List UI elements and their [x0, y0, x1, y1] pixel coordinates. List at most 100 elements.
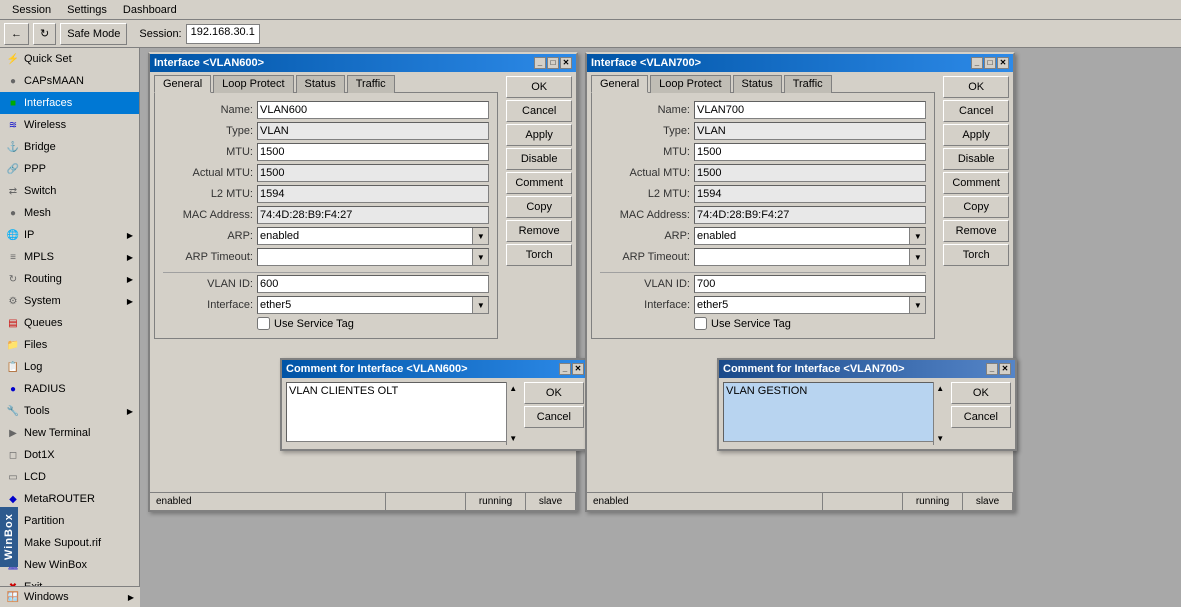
vlan600-mtu-input[interactable] — [257, 143, 489, 161]
vlan700-arp-select[interactable]: enabled ▼ — [694, 227, 926, 245]
vlan700-maximize-btn[interactable]: □ — [984, 57, 996, 69]
sidebar-item-tools[interactable]: 🔧 Tools ▶ — [0, 400, 139, 422]
comment-vlan700-scroll-down[interactable]: ▼ — [936, 434, 944, 443]
comment-vlan600-cancel-btn[interactable]: Cancel — [524, 406, 584, 428]
sidebar-item-partition[interactable]: ▪ Partition — [0, 510, 139, 532]
sidebar-item-switch[interactable]: ⇄ Switch — [0, 180, 139, 202]
vlan600-interface-arrow[interactable]: ▼ — [472, 297, 488, 313]
vlan700-interface-select[interactable]: ether5 ▼ — [694, 296, 926, 314]
sidebar-item-new-terminal[interactable]: ▶ New Terminal — [0, 422, 139, 444]
vlan700-cancel-button[interactable]: Cancel — [943, 100, 1009, 122]
sidebar-item-queues[interactable]: ▤ Queues — [0, 312, 139, 334]
vlan700-service-tag-label[interactable]: Use Service Tag — [711, 318, 791, 330]
menu-dashboard[interactable]: Dashboard — [115, 2, 185, 18]
comment-vlan700-minimize-btn[interactable]: _ — [986, 363, 998, 375]
sidebar-item-capsman[interactable]: ● CAPsMAAN — [0, 70, 139, 92]
sidebar-item-radius[interactable]: ● RADIUS — [0, 378, 139, 400]
vlan700-tab-loop-protect[interactable]: Loop Protect — [650, 75, 730, 93]
comment-vlan700-scrollbar[interactable]: ▲ ▼ — [933, 382, 947, 445]
menu-settings[interactable]: Settings — [59, 2, 115, 18]
comment-vlan600-scroll-up[interactable]: ▲ — [509, 384, 517, 393]
vlan700-comment-button[interactable]: Comment — [943, 172, 1009, 194]
vlan600-service-tag-checkbox[interactable] — [257, 317, 270, 330]
vlan700-service-tag-checkbox[interactable] — [694, 317, 707, 330]
comment-vlan600-scrollbar[interactable]: ▲ ▼ — [506, 382, 520, 445]
sidebar-item-windows[interactable]: 🪟 Windows ▶ — [0, 586, 140, 607]
vlan700-arp-timeout-select[interactable]: ▼ — [694, 248, 926, 266]
comment-vlan600-close-btn[interactable]: ✕ — [572, 363, 584, 375]
vlan700-arp-timeout-arrow[interactable]: ▼ — [909, 249, 925, 265]
vlan600-cancel-button[interactable]: Cancel — [506, 100, 572, 122]
vlan700-close-btn[interactable]: ✕ — [997, 57, 1009, 69]
comment-vlan700-close-btn[interactable]: ✕ — [999, 363, 1011, 375]
vlan700-name-input[interactable] — [694, 101, 926, 119]
vlan600-close-btn[interactable]: ✕ — [560, 57, 572, 69]
vlan600-comment-button[interactable]: Comment — [506, 172, 572, 194]
vlan600-service-tag-label[interactable]: Use Service Tag — [274, 318, 354, 330]
vlan600-arp-timeout-select[interactable]: ▼ — [257, 248, 489, 266]
sidebar-item-interfaces[interactable]: ■ Interfaces — [0, 92, 139, 114]
sidebar-item-system[interactable]: ⚙ System ▶ — [0, 290, 139, 312]
vlan600-interface-select[interactable]: ether5 ▼ — [257, 296, 489, 314]
sidebar-item-routing[interactable]: ↻ Routing ▶ — [0, 268, 139, 290]
comment-vlan700-ok-btn[interactable]: OK — [951, 382, 1011, 404]
sidebar-item-mpls[interactable]: ≡ MPLS ▶ — [0, 246, 139, 268]
sidebar-item-log[interactable]: 📋 Log — [0, 356, 139, 378]
vlan600-tab-loop-protect[interactable]: Loop Protect — [213, 75, 293, 93]
vlan600-tab-status[interactable]: Status — [296, 75, 345, 93]
vlan700-vlanid-input[interactable] — [694, 275, 926, 293]
vlan600-disable-button[interactable]: Disable — [506, 148, 572, 170]
sidebar-item-make-supout[interactable]: ▲ Make Supout.rif — [0, 532, 139, 554]
sidebar-item-dot1x[interactable]: ◻ Dot1X — [0, 444, 139, 466]
vlan700-torch-button[interactable]: Torch — [943, 244, 1009, 266]
sidebar-item-mesh[interactable]: ● Mesh — [0, 202, 139, 224]
comment-vlan700-scroll-up[interactable]: ▲ — [936, 384, 944, 393]
sidebar-item-lcd[interactable]: ▭ LCD — [0, 466, 139, 488]
vlan600-name-input[interactable] — [257, 101, 489, 119]
vlan600-vlanid-input[interactable] — [257, 275, 489, 293]
vlan700-remove-button[interactable]: Remove — [943, 220, 1009, 242]
vlan700-tab-traffic[interactable]: Traffic — [784, 75, 832, 93]
sidebar-item-metarouter[interactable]: ◆ MetaROUTER — [0, 488, 139, 510]
vlan700-ok-button[interactable]: OK — [943, 76, 1009, 98]
sidebar-item-wireless[interactable]: ≋ Wireless — [0, 114, 139, 136]
vlan700-apply-button[interactable]: Apply — [943, 124, 1009, 146]
vlan600-copy-button[interactable]: Copy — [506, 196, 572, 218]
vlan600-arp-timeout-arrow[interactable]: ▼ — [472, 249, 488, 265]
vlan600-tab-general[interactable]: General — [154, 75, 211, 93]
back-button[interactable]: ← — [4, 23, 29, 45]
vlan600-minimize-btn[interactable]: _ — [534, 57, 546, 69]
vlan600-remove-button[interactable]: Remove — [506, 220, 572, 242]
vlan600-maximize-btn[interactable]: □ — [547, 57, 559, 69]
comment-vlan600-ok-btn[interactable]: OK — [524, 382, 584, 404]
vlan700-minimize-btn[interactable]: _ — [971, 57, 983, 69]
comment-vlan700-textarea[interactable]: VLAN GESTION — [723, 382, 947, 442]
refresh-button[interactable]: ↻ — [33, 23, 56, 45]
vlan600-tab-traffic[interactable]: Traffic — [347, 75, 395, 93]
sidebar-item-ip[interactable]: 🌐 IP ▶ — [0, 224, 139, 246]
vlan700-tab-status[interactable]: Status — [733, 75, 782, 93]
sidebar-item-new-winbox[interactable]: 🖥 New WinBox — [0, 554, 139, 576]
vlan700-copy-button[interactable]: Copy — [943, 196, 1009, 218]
sidebar-item-files[interactable]: 📁 Files — [0, 334, 139, 356]
safe-mode-button[interactable]: Safe Mode — [60, 23, 127, 45]
vlan600-main: General Loop Protect Status Traffic Name… — [150, 72, 502, 339]
comment-vlan600-textarea[interactable]: VLAN CLIENTES OLT — [286, 382, 520, 442]
vlan600-torch-button[interactable]: Torch — [506, 244, 572, 266]
comment-vlan600-scroll-down[interactable]: ▼ — [509, 434, 517, 443]
vlan700-mtu-input[interactable] — [694, 143, 926, 161]
sidebar-item-bridge[interactable]: ⚓ Bridge — [0, 136, 139, 158]
vlan600-ok-button[interactable]: OK — [506, 76, 572, 98]
comment-vlan600-minimize-btn[interactable]: _ — [559, 363, 571, 375]
vlan600-apply-button[interactable]: Apply — [506, 124, 572, 146]
vlan700-interface-arrow[interactable]: ▼ — [909, 297, 925, 313]
vlan600-arp-arrow[interactable]: ▼ — [472, 228, 488, 244]
sidebar-item-ppp[interactable]: 🔗 PPP — [0, 158, 139, 180]
comment-vlan700-cancel-btn[interactable]: Cancel — [951, 406, 1011, 428]
sidebar-item-quick-set[interactable]: ⚡ Quick Set — [0, 48, 139, 70]
vlan700-arp-arrow[interactable]: ▼ — [909, 228, 925, 244]
vlan600-arp-select[interactable]: enabled ▼ — [257, 227, 489, 245]
menu-session[interactable]: Session — [4, 2, 59, 18]
vlan700-disable-button[interactable]: Disable — [943, 148, 1009, 170]
vlan700-tab-general[interactable]: General — [591, 75, 648, 93]
